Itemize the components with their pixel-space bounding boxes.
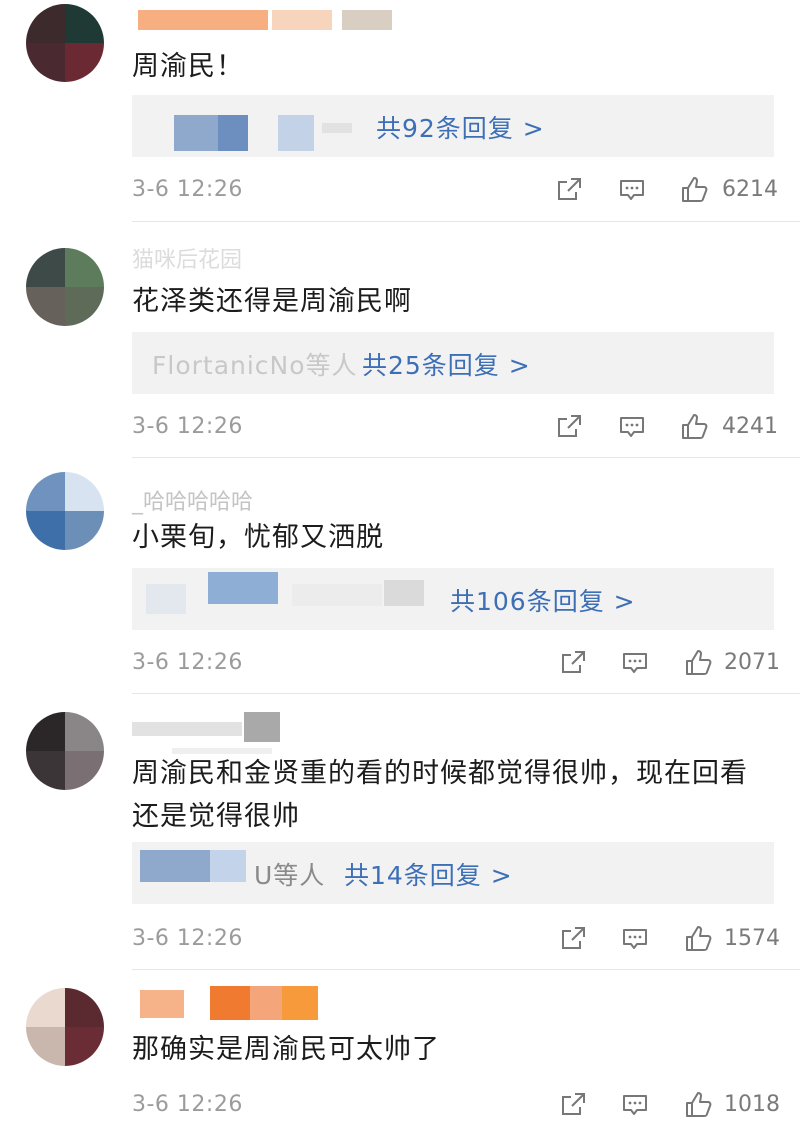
share-icon[interactable] [558, 648, 588, 678]
like-icon[interactable] [684, 648, 714, 678]
avatar[interactable] [26, 712, 104, 790]
reply-count-link[interactable]: 共106条回复 > [450, 582, 636, 618]
timestamp: 3-6 12:26 [132, 926, 243, 951]
comment-item: _哈哈哈哈哈 小栗旬，忧郁又洒脱 共106条回复 > 3-6 12:26 207… [0, 458, 800, 694]
reply-count-link[interactable]: 共25条回复 > [362, 346, 531, 382]
like-count: 4241 [722, 414, 778, 439]
reply-count-link[interactable]: 共14条回复 > [344, 856, 513, 892]
like-count: 1018 [724, 1092, 780, 1117]
comment-item: 周渝民和金贤重的看的时候都觉得很帅，现在回看还是觉得很帅 U等人 共14条回复 … [0, 694, 800, 970]
comment-icon[interactable] [617, 175, 647, 205]
comment-text: 周渝民！ [132, 51, 244, 82]
comment-meta: 3-6 12:26 1018 [132, 1090, 780, 1122]
username[interactable] [132, 4, 432, 34]
comment-meta: 3-6 12:26 2071 [132, 648, 780, 680]
like-icon[interactable] [680, 412, 710, 442]
reply-preview[interactable]: U等人 共14条回复 > [132, 842, 774, 904]
share-icon[interactable] [554, 412, 584, 442]
comment-text: 小栗旬，忧郁又洒脱 [132, 522, 384, 553]
comment-item: 周渝民！ 共92条回复 > 3-6 12:26 6214 [0, 0, 800, 222]
reply-preview[interactable]: 共92条回复 > [132, 95, 774, 157]
like-icon[interactable] [680, 175, 710, 205]
like-icon[interactable] [684, 924, 714, 954]
comment-meta: 3-6 12:26 4241 [132, 412, 778, 444]
timestamp: 3-6 12:26 [132, 650, 243, 675]
comment-icon[interactable] [617, 412, 647, 442]
comment-meta: 3-6 12:26 1574 [132, 924, 780, 956]
comment-item: 那确实是周渝民可太帅了 3-6 12:26 1018 [0, 970, 800, 1128]
reply-names: FlortanicNo等人 [152, 351, 358, 380]
comment-text: 那确实是周渝民可太帅了 [132, 1034, 440, 1065]
share-icon[interactable] [554, 175, 584, 205]
share-icon[interactable] [558, 924, 588, 954]
comment-text: 周渝民和金贤重的看的时候都觉得很帅，现在回看还是觉得很帅 [132, 758, 748, 832]
comment-icon[interactable] [620, 924, 650, 954]
username[interactable] [132, 708, 432, 754]
reply-count-link[interactable]: 共92条回复 > [376, 109, 545, 145]
reply-preview[interactable]: 共106条回复 > [132, 568, 774, 630]
username[interactable]: _哈哈哈哈哈 [132, 484, 432, 515]
like-count: 2071 [724, 650, 780, 675]
timestamp: 3-6 12:26 [132, 1092, 243, 1117]
comment-text: 花泽类还得是周渝民啊 [132, 286, 412, 317]
reply-preview[interactable]: FlortanicNo等人 共25条回复 > [132, 332, 774, 394]
like-count: 1574 [724, 926, 780, 951]
like-count: 6214 [722, 177, 778, 202]
avatar[interactable] [26, 472, 104, 550]
comment-icon[interactable] [620, 648, 650, 678]
comment-item: 猫咪后花园 花泽类还得是周渝民啊 FlortanicNo等人 共25条回复 > … [0, 222, 800, 458]
share-icon[interactable] [558, 1090, 588, 1120]
like-icon[interactable] [684, 1090, 714, 1120]
avatar[interactable] [26, 4, 104, 82]
timestamp: 3-6 12:26 [132, 414, 243, 439]
username[interactable] [132, 984, 432, 1020]
avatar[interactable] [26, 248, 104, 326]
comment-meta: 3-6 12:26 6214 [132, 175, 778, 207]
avatar[interactable] [26, 988, 104, 1066]
reply-names: U等人 [254, 861, 326, 890]
comment-icon[interactable] [620, 1090, 650, 1120]
timestamp: 3-6 12:26 [132, 177, 243, 202]
username[interactable]: 猫咪后花园 [132, 242, 432, 273]
